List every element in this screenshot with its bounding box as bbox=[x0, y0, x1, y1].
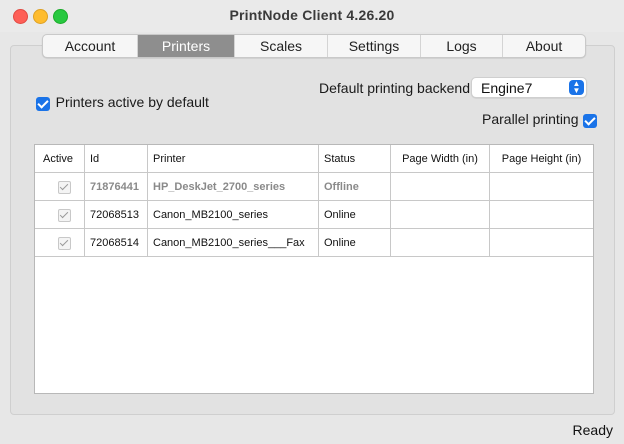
active-cell bbox=[35, 173, 85, 201]
printer-cell: Canon_MB2100_series bbox=[148, 201, 319, 229]
id-cell: 72068514 bbox=[85, 229, 148, 257]
printers-active-label: Printers active by default bbox=[55, 94, 209, 110]
tab-account[interactable]: Account bbox=[43, 35, 138, 57]
parallel-printing-label: Parallel printing bbox=[482, 111, 579, 127]
app-window: PrintNode Client 4.26.20 Account Printer… bbox=[0, 0, 624, 444]
table-row[interactable]: 71876441 HP_DeskJet_2700_series Offline bbox=[35, 173, 593, 201]
tab-scales[interactable]: Scales bbox=[235, 35, 328, 57]
column-header-printer[interactable]: Printer bbox=[148, 145, 319, 173]
status-cell: Online bbox=[319, 201, 391, 229]
column-header-status[interactable]: Status bbox=[319, 145, 391, 173]
printers-active-checkbox[interactable] bbox=[36, 96, 50, 111]
page-width-cell[interactable] bbox=[391, 201, 490, 229]
window-title: PrintNode Client 4.26.20 bbox=[229, 7, 395, 23]
status-cell: Offline bbox=[319, 173, 391, 201]
page-height-cell[interactable] bbox=[490, 201, 593, 229]
tab-settings[interactable]: Settings bbox=[328, 35, 421, 57]
title-bar: PrintNode Client 4.26.20 bbox=[0, 0, 624, 32]
column-header-id[interactable]: Id bbox=[85, 145, 148, 173]
status-bar-text: Ready bbox=[572, 422, 613, 438]
parallel-printing-option: Parallel printing bbox=[482, 111, 598, 128]
active-cell bbox=[35, 201, 85, 229]
tab-bar: Account Printers Scales Settings Logs Ab… bbox=[42, 34, 586, 58]
printer-cell: Canon_MB2100_series___Fax bbox=[148, 229, 319, 257]
page-height-cell[interactable] bbox=[490, 173, 593, 201]
active-checkbox[interactable] bbox=[58, 236, 71, 250]
active-cell bbox=[35, 229, 85, 257]
backend-select-value: Engine7 bbox=[481, 80, 533, 96]
status-cell: Online bbox=[319, 229, 391, 257]
id-cell: 71876441 bbox=[85, 173, 148, 201]
column-header-page-width[interactable]: Page Width (in) bbox=[391, 145, 490, 173]
tab-logs[interactable]: Logs bbox=[421, 35, 503, 57]
tab-about[interactable]: About bbox=[503, 35, 585, 57]
active-checkbox[interactable] bbox=[58, 180, 71, 194]
page-width-cell[interactable] bbox=[391, 229, 490, 257]
page-height-cell[interactable] bbox=[490, 229, 593, 257]
backend-select[interactable]: Engine7 ▲ ▼ bbox=[471, 77, 587, 98]
printers-active-option: Printers active by default bbox=[36, 94, 209, 111]
table-row[interactable]: 72068513 Canon_MB2100_series Online bbox=[35, 201, 593, 229]
column-header-active[interactable]: Active bbox=[35, 145, 85, 173]
page-width-cell[interactable] bbox=[391, 173, 490, 201]
printer-cell: HP_DeskJet_2700_series bbox=[148, 173, 319, 201]
backend-label: Default printing backend bbox=[319, 80, 470, 96]
id-cell: 72068513 bbox=[85, 201, 148, 229]
active-checkbox[interactable] bbox=[58, 208, 71, 222]
printers-table: Active Id Printer Status Page Width (in)… bbox=[34, 144, 594, 394]
table-row[interactable]: 72068514 Canon_MB2100_series___Fax Onlin… bbox=[35, 229, 593, 257]
parallel-printing-checkbox[interactable] bbox=[583, 113, 598, 128]
tab-printers[interactable]: Printers bbox=[138, 35, 235, 57]
column-header-page-height[interactable]: Page Height (in) bbox=[490, 145, 593, 173]
table-header-row: Active Id Printer Status Page Width (in)… bbox=[35, 145, 593, 173]
chevron-updown-icon: ▲ ▼ bbox=[569, 80, 584, 95]
